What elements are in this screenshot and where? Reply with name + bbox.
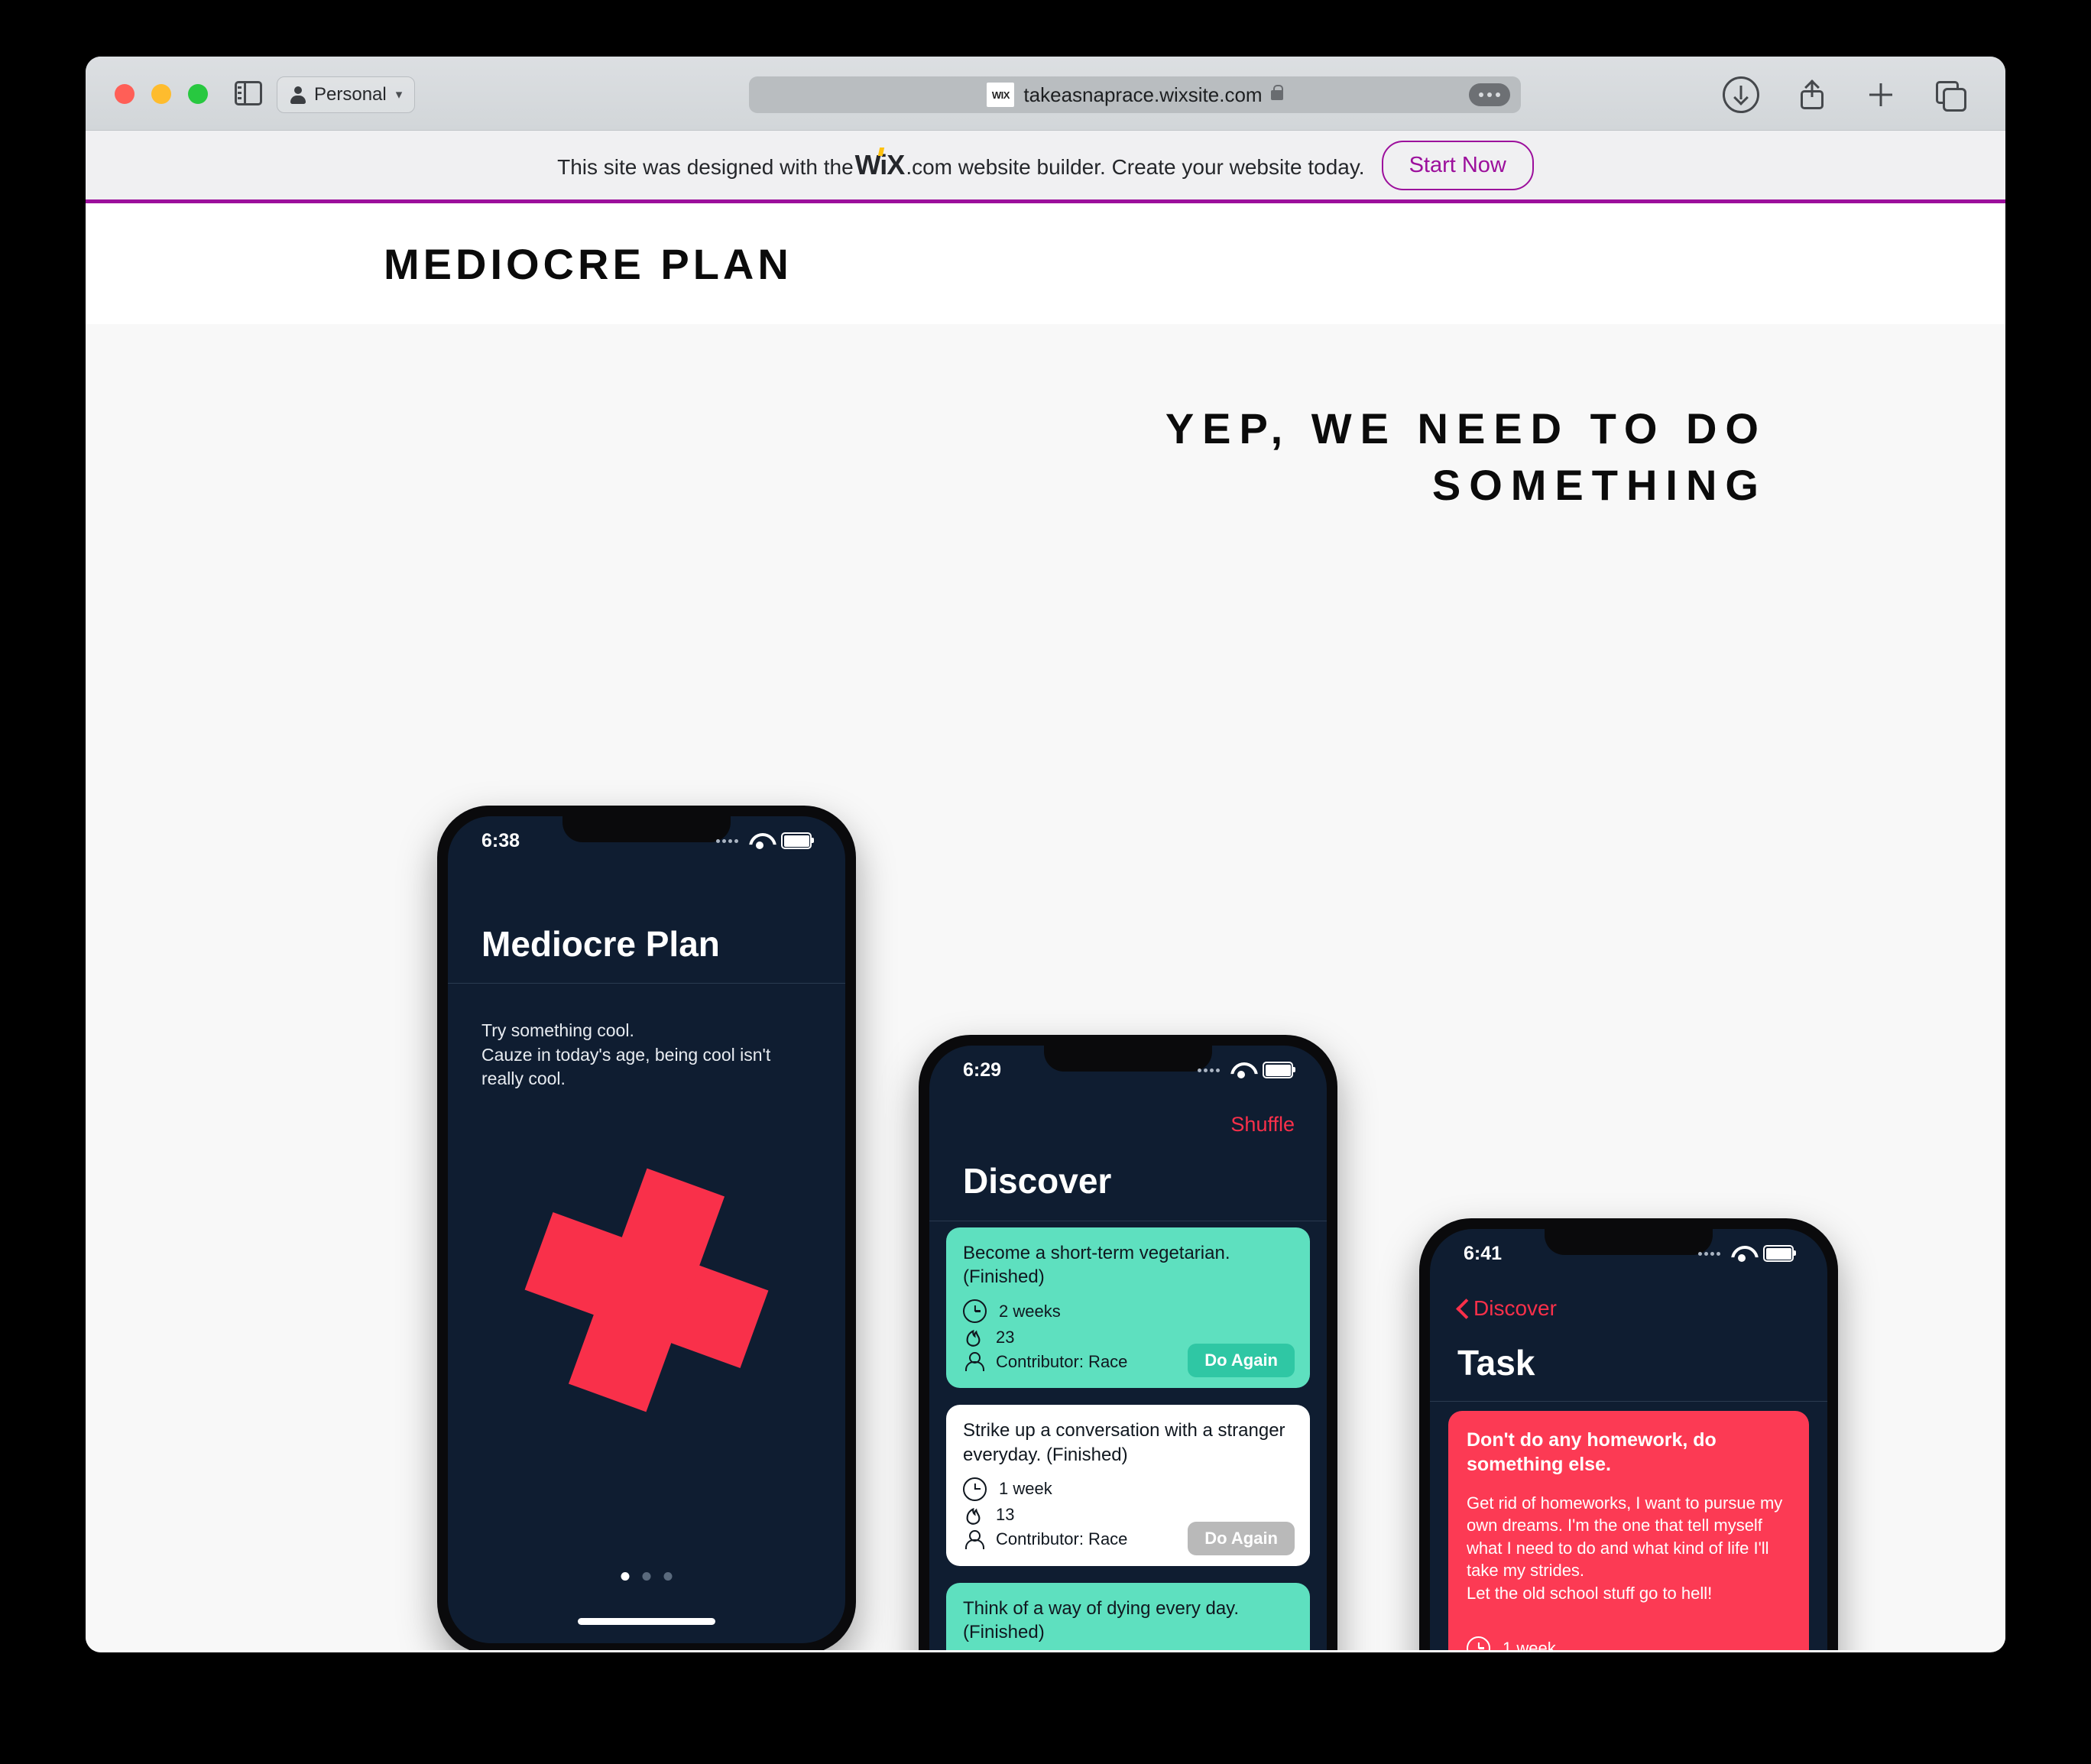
site-favicon: WIX (987, 83, 1015, 107)
page-indicator[interactable] (621, 1572, 673, 1581)
phone3-status-bar: 6:41 (1430, 1229, 1827, 1278)
phone1-subtitle: Try something cool. Cauze in today's age… (481, 1020, 771, 1089)
status-time: 6:38 (481, 829, 520, 851)
wix-banner-text-before: This site was designed with the (557, 155, 854, 179)
signal-icon (1698, 1251, 1720, 1256)
back-button[interactable]: Discover (1456, 1296, 1557, 1321)
phone1-screen: 6:38 Mediocre Plan Try something cool. C… (448, 816, 845, 1643)
task-contributor-value: Contributor: Race (996, 1529, 1128, 1549)
url-text: takeasnaprace.wixsite.com (1023, 83, 1263, 106)
task-detail-title: Don't do any homework, do something else… (1467, 1429, 1717, 1475)
wifi-icon (1731, 1246, 1752, 1262)
task-duration-value: 1 week (1503, 1638, 1556, 1650)
phone-mockup-task-detail: 6:41 Discover Task Don't do any homework… (1419, 1218, 1838, 1650)
status-time: 6:29 (963, 1059, 1002, 1081)
divider (1430, 1401, 1827, 1402)
wifi-icon (749, 833, 770, 849)
phone2-status-bar: 6:29 (929, 1046, 1327, 1094)
clock-icon (1467, 1636, 1490, 1650)
clock-icon (963, 1299, 987, 1324)
discover-card-list[interactable]: Become a short-term vegetarian. (Finishe… (929, 1227, 1327, 1650)
task-duration-value: 2 weeks (999, 1301, 1061, 1321)
do-again-button[interactable]: Do Again (1188, 1344, 1295, 1378)
phone-mockup-onboarding: 6:38 Mediocre Plan Try something cool. C… (437, 806, 856, 1650)
start-now-button[interactable]: Start Now (1381, 140, 1534, 190)
phone3-title: Task (1457, 1343, 1535, 1383)
signal-icon (716, 838, 738, 843)
task-card-text: Think of a way of dying every day. (Fini… (963, 1597, 1240, 1642)
flame-icon (963, 1505, 984, 1526)
maximize-window-button[interactable] (188, 84, 208, 104)
task-detail-body: Get rid of homeworks, I want to pursue m… (1467, 1493, 1783, 1603)
plus-icon[interactable] (1865, 79, 1897, 111)
task-popularity-value: 13 (996, 1505, 1015, 1525)
profile-label: Personal (314, 84, 387, 105)
flame-icon (963, 1327, 984, 1347)
task-card[interactable]: Think of a way of dying every day. (Fini… (946, 1582, 1310, 1650)
signal-icon (1198, 1068, 1220, 1072)
task-detail-card: Don't do any homework, do something else… (1448, 1411, 1809, 1650)
phone2-title: Discover (963, 1161, 1112, 1201)
toolbar-actions (1723, 76, 1966, 113)
lock-icon (1270, 84, 1284, 100)
phone1-status-bar: 6:38 (448, 816, 845, 865)
phone3-screen: 6:41 Discover Task Don't do any homework… (1430, 1229, 1827, 1650)
task-popularity-value: 23 (996, 1327, 1015, 1347)
task-card[interactable]: Strike up a conversation with a stranger… (946, 1405, 1310, 1566)
person-icon (963, 1529, 984, 1550)
profile-switcher-button[interactable]: Personal ▾ (277, 76, 416, 113)
browser-toolbar: Personal ▾ WIX takeasnaprace.wixsite.com (86, 57, 2005, 131)
shuffle-button[interactable]: Shuffle (1230, 1113, 1295, 1137)
battery-icon (781, 832, 814, 849)
task-duration: 2 weeks (963, 1299, 1293, 1324)
close-window-button[interactable] (115, 84, 135, 104)
battery-icon (1763, 1245, 1796, 1262)
task-card-text: Become a short-term vegetarian. (Finishe… (963, 1243, 1230, 1288)
task-duration-value: 1 week (999, 1479, 1052, 1499)
status-time: 6:41 (1464, 1242, 1503, 1264)
divider (448, 983, 845, 984)
chevron-down-icon: ▾ (395, 87, 403, 102)
x-cross-logo (500, 1143, 794, 1438)
page-menu-button[interactable] (1469, 83, 1510, 106)
address-bar[interactable]: WIX takeasnaprace.wixsite.com (749, 76, 1521, 113)
task-duration: 1 week (963, 1477, 1293, 1501)
download-icon[interactable] (1723, 76, 1759, 113)
wix-promo-banner: This site was designed with the WiX .com… (86, 131, 2005, 203)
safari-window: Personal ▾ WIX takeasnaprace.wixsite.com… (86, 57, 2005, 1652)
share-icon[interactable] (1796, 79, 1828, 111)
battery-icon (1263, 1062, 1295, 1078)
chevron-left-icon (1456, 1299, 1467, 1318)
phone2-screen: 6:29 Shuffle Discover Become a short-ter… (929, 1046, 1327, 1650)
minimize-window-button[interactable] (151, 84, 171, 104)
back-label: Discover (1473, 1296, 1557, 1320)
wifi-icon (1230, 1062, 1252, 1078)
do-again-button[interactable]: Do Again (1188, 1521, 1295, 1555)
home-indicator (578, 1618, 715, 1625)
hero-heading: YEP, WE NEED TO DO SOMETHING (1165, 404, 1767, 510)
window-traffic-lights (115, 84, 208, 104)
phone1-title: Mediocre Plan (481, 924, 720, 964)
wix-banner-text: This site was designed with the WiX .com… (557, 148, 1365, 181)
site-body: YEP, WE NEED TO DO SOMETHING 6:38 Medioc… (86, 324, 2005, 1650)
tab-overview-icon[interactable] (1934, 79, 1966, 112)
wix-logo: WiX (854, 148, 905, 180)
person-icon (963, 1351, 984, 1372)
task-duration: 1 week (1467, 1636, 1791, 1650)
sidebar-icon[interactable] (235, 81, 262, 105)
person-icon (290, 86, 306, 104)
wix-banner-text-after: .com website builder. Create your websit… (906, 155, 1365, 179)
phone-mockup-discover: 6:29 Shuffle Discover Become a short-ter… (919, 1035, 1337, 1650)
task-card-text: Strike up a conversation with a stranger… (963, 1420, 1285, 1465)
task-card[interactable]: Become a short-term vegetarian. (Finishe… (946, 1227, 1310, 1389)
site-header: MEDIOCRE PLAN (86, 203, 2005, 324)
site-title: MEDIOCRE PLAN (384, 239, 793, 288)
task-contributor-value: Contributor: Race (996, 1351, 1128, 1371)
clock-icon (963, 1477, 987, 1501)
